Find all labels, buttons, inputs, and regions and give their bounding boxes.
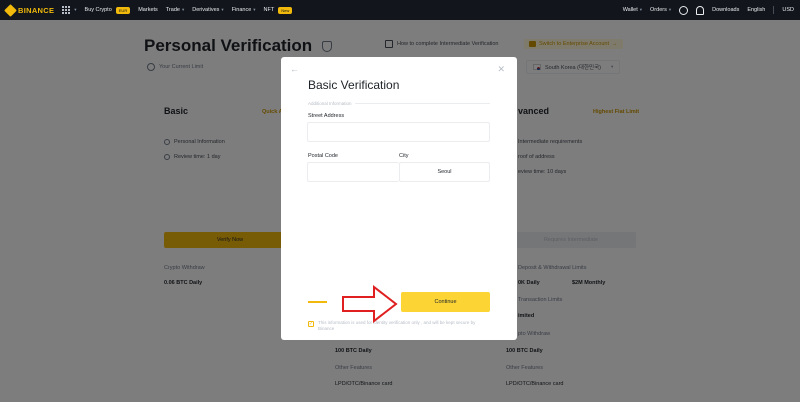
nav-currency[interactable]: USD — [782, 7, 794, 13]
close-icon[interactable]: ✕ — [497, 64, 505, 75]
top-nav: BINANCE ▾ Buy Crypto EUR Markets Trade ▾ … — [0, 0, 800, 20]
chevron-down-icon: ▾ — [668, 7, 672, 12]
bell-icon[interactable] — [696, 5, 705, 15]
chevron-down-icon: ▾ — [221, 7, 224, 12]
apps-grid-icon[interactable] — [62, 5, 71, 15]
back-arrow-icon[interactable]: ← — [290, 64, 299, 74]
continue-button[interactable]: Continue — [401, 292, 490, 312]
section-label: Additional Information — [308, 101, 352, 106]
nav-right: Wallet ▾ Orders ▾ Downloads English USD — [623, 5, 794, 15]
user-profile-icon[interactable] — [679, 5, 689, 15]
basic-verification-modal: ← ✕ Basic Verification Additional Inform… — [281, 57, 517, 340]
chevron-down-icon: ▾ — [253, 7, 256, 12]
nav-markets[interactable]: Markets — [138, 7, 158, 13]
currency-badge: EUR — [115, 6, 131, 14]
nav-buy-crypto[interactable]: Buy Crypto EUR — [85, 6, 131, 14]
nav-downloads[interactable]: Downloads — [712, 7, 739, 13]
consent-checkbox[interactable]: ✓ — [308, 320, 314, 327]
nav-derivatives[interactable]: Derivatives ▾ — [192, 7, 223, 13]
nav-finance[interactable]: Finance ▾ — [232, 7, 256, 13]
step-progress-indicator — [308, 301, 327, 303]
nav-nft[interactable]: NFT New — [264, 6, 293, 14]
logo-text: BINANCE — [18, 5, 55, 15]
street-address-input[interactable] — [307, 122, 490, 142]
nav-divider — [773, 6, 775, 14]
red-arrow-annotation — [342, 285, 398, 323]
nav-language[interactable]: English — [747, 7, 765, 13]
nav-orders[interactable]: Orders ▾ — [650, 7, 671, 13]
postal-code-input[interactable] — [307, 162, 399, 182]
binance-logo-icon — [4, 3, 17, 17]
nav-trade[interactable]: Trade ▾ — [166, 7, 184, 13]
street-address-label: Street Address — [308, 113, 345, 119]
postal-code-label: Postal Code — [308, 153, 338, 159]
modal-title: Basic Verification — [308, 78, 400, 92]
chevron-down-icon: ▾ — [639, 7, 643, 12]
binance-logo[interactable]: BINANCE — [4, 3, 55, 17]
city-input[interactable] — [399, 162, 490, 182]
section-divider — [355, 103, 490, 104]
chevron-down-icon[interactable]: ▾ — [74, 7, 76, 13]
chevron-down-icon: ▾ — [181, 7, 185, 12]
new-badge: New — [278, 6, 293, 14]
city-label: City — [399, 153, 409, 159]
nav-wallet[interactable]: Wallet ▾ — [623, 7, 642, 13]
